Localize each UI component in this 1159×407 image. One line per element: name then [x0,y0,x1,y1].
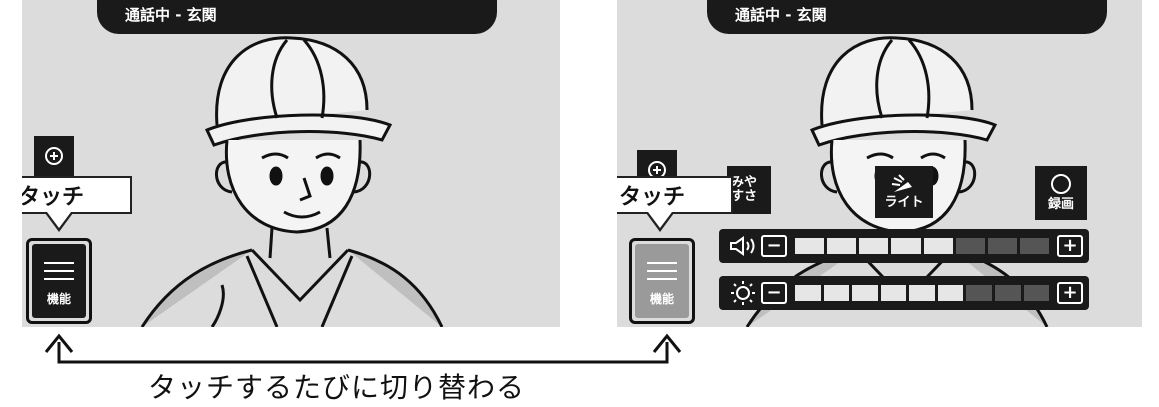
caption-text: タッチするたびに切り替わる [148,371,526,404]
touch-callout-text: タッチ [619,185,686,210]
touch-callout-text: タッチ [22,185,85,210]
toggle-arrow [44,333,682,364]
touch-callout: タッチ [22,176,132,214]
touch-callout: タッチ [617,176,733,214]
